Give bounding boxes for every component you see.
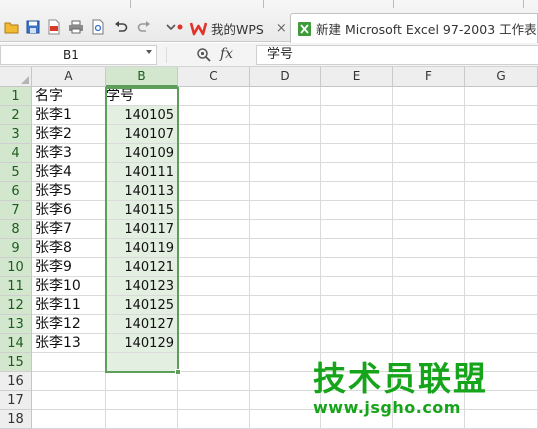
zoom-magnifier-icon[interactable] <box>196 47 212 63</box>
watermark-title: 技术员联盟 <box>313 359 488 398</box>
print-icon[interactable] <box>68 19 84 35</box>
redo-icon[interactable] <box>136 19 152 35</box>
export-pdf-icon[interactable] <box>46 19 62 35</box>
row-header-5[interactable]: 5 <box>0 163 32 182</box>
cell-a3[interactable]: 张李2 <box>35 125 72 144</box>
watermark-url: www.jsgho.com <box>313 398 461 417</box>
cell-a9[interactable]: 张李8 <box>35 239 72 258</box>
cell-a4[interactable]: 张李3 <box>35 144 72 163</box>
column-header-f[interactable]: F <box>393 67 465 87</box>
row-header-15[interactable]: 15 <box>0 353 32 372</box>
undo-icon[interactable] <box>113 19 129 35</box>
select-all-corner[interactable] <box>0 67 32 87</box>
save-icon[interactable] <box>25 19 41 35</box>
print-preview-icon[interactable] <box>90 19 106 35</box>
cell-a2[interactable]: 张李1 <box>35 106 72 125</box>
column-header-c[interactable]: C <box>178 67 250 87</box>
insert-function-icon[interactable]: fx <box>220 46 233 62</box>
tab-my-wps[interactable]: 我的WPS × <box>186 14 288 42</box>
open-folder-icon[interactable] <box>4 19 20 35</box>
row-header-17[interactable]: 17 <box>0 391 32 410</box>
row-header-6[interactable]: 6 <box>0 182 32 201</box>
row-header-3[interactable]: 3 <box>0 125 32 144</box>
row-header-16[interactable]: 16 <box>0 372 32 391</box>
title-toolbar: 我的WPS × 新建 Microsoft Excel 97-2003 工作表.x… <box>0 0 538 43</box>
tab-my-wps-label: 我的WPS <box>211 21 264 37</box>
tab-document-title: 新建 Microsoft Excel 97-2003 工作表.xls <box>316 22 538 37</box>
cell-a13[interactable]: 张李12 <box>35 315 81 334</box>
toolbar-divider <box>130 0 131 8</box>
cell-a11[interactable]: 张李10 <box>35 277 81 296</box>
column-header-b[interactable]: B <box>106 67 178 87</box>
column-gridline <box>249 87 250 429</box>
column-header-g[interactable]: G <box>465 67 538 87</box>
row-header-2[interactable]: 2 <box>0 106 32 125</box>
row-header-13[interactable]: 13 <box>0 315 32 334</box>
spreadsheet-doc-icon <box>297 20 312 37</box>
formula-input[interactable]: 学号 <box>256 45 538 65</box>
row-gridline <box>32 409 538 410</box>
cell-a10[interactable]: 张李9 <box>35 258 72 277</box>
selection-border <box>105 87 179 373</box>
row-header-7[interactable]: 7 <box>0 201 32 220</box>
column-header-e[interactable]: E <box>321 67 393 87</box>
row-header-1[interactable]: 1 <box>0 87 32 106</box>
cell-a7[interactable]: 张李6 <box>35 201 72 220</box>
cell-a14[interactable]: 张李13 <box>35 334 81 353</box>
row-header-11[interactable]: 11 <box>0 277 32 296</box>
row-header-12[interactable]: 12 <box>0 296 32 315</box>
name-box[interactable]: B1 <box>0 45 157 65</box>
cell-a8[interactable]: 张李7 <box>35 220 72 239</box>
tab-document[interactable]: 新建 Microsoft Excel 97-2003 工作表.xls <box>290 13 538 43</box>
cell-a6[interactable]: 张李5 <box>35 182 72 201</box>
toolbar-divider <box>523 0 524 8</box>
wps-w-logo-icon <box>190 20 207 37</box>
cell-a1[interactable]: 名字 <box>35 87 63 106</box>
row-header-18[interactable]: 18 <box>0 410 32 429</box>
column-header-a[interactable]: A <box>32 67 106 87</box>
row-header-8[interactable]: 8 <box>0 220 32 239</box>
close-tab-icon[interactable]: × <box>276 21 287 36</box>
formula-bar-divider <box>166 47 167 63</box>
row-header-10[interactable]: 10 <box>0 258 32 277</box>
cell-a12[interactable]: 张李11 <box>35 296 81 315</box>
row-header-9[interactable]: 9 <box>0 239 32 258</box>
cell-a5[interactable]: 张李4 <box>35 163 72 182</box>
toolbar-divider <box>393 0 394 8</box>
fill-handle[interactable] <box>175 369 181 375</box>
column-header-d[interactable]: D <box>250 67 321 87</box>
toolbar-divider <box>263 0 264 8</box>
formula-bar: B1 fx 学号 <box>0 43 538 67</box>
row-header-14[interactable]: 14 <box>0 334 32 353</box>
red-dot-icon <box>176 19 184 35</box>
row-header-4[interactable]: 4 <box>0 144 32 163</box>
name-box-value: B1 <box>63 48 79 62</box>
name-box-dropdown-icon[interactable] <box>146 50 152 54</box>
